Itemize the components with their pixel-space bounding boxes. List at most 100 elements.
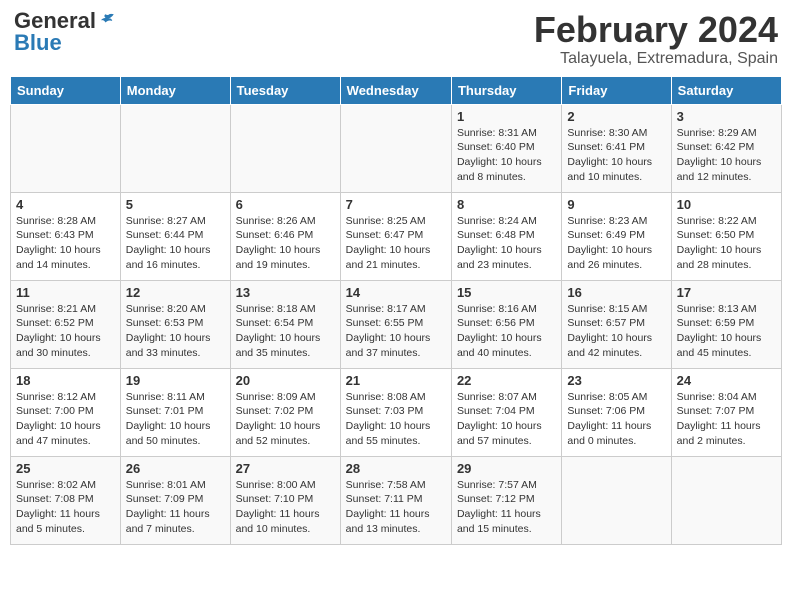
calendar-cell: 3Sunrise: 8:29 AMSunset: 6:42 PMDaylight… [671,104,781,192]
calendar-cell: 19Sunrise: 8:11 AMSunset: 7:01 PMDayligh… [120,368,230,456]
calendar-week-row: 11 Sunrise: 8:21 AMSunset: 6:52 PMDayligh… [11,280,782,368]
calendar-title: February 2024 [534,10,778,50]
col-header-monday: Monday [120,76,230,104]
day-info: Sunrise: 8:24 AMSunset: 6:48 PMDaylight:… [457,214,556,273]
logo: General Blue [14,10,116,54]
calendar-cell: 11 Sunrise: 8:21 AMSunset: 6:52 PMDayligh… [11,280,121,368]
day-info: Sunrise: 8:17 AMSunset: 6:55 PMDaylight:… [346,302,446,361]
day-info: Sunrise: 8:28 AMSunset: 6:43 PMDaylight:… [16,214,115,273]
calendar-week-row: 4 Sunrise: 8:28 AMSunset: 6:43 PMDaylight… [11,192,782,280]
day-info: Sunrise: 8:07 AMSunset: 7:04 PMDaylight:… [457,390,556,449]
logo-bird-icon [98,12,116,30]
day-info: Sunrise: 8:22 AMSunset: 6:50 PMDaylight:… [677,214,776,273]
day-number: 24 [677,373,776,388]
calendar-cell: 20Sunrise: 8:09 AMSunset: 7:02 PMDayligh… [230,368,340,456]
calendar-cell: 13 Sunrise: 8:18 AMSunset: 6:54 PMDayligh… [230,280,340,368]
logo-blue-text: Blue [14,32,62,54]
title-block: February 2024 Talayuela, Extremadura, Sp… [534,10,778,68]
calendar-cell: 29 Sunrise: 7:57 AMSunset: 7:12 PMDayligh… [451,456,561,544]
day-number: 17 [677,285,776,300]
calendar-cell: 28 Sunrise: 7:58 AMSunset: 7:11 PMDayligh… [340,456,451,544]
calendar-cell [230,104,340,192]
day-info: Sunrise: 8:21 AMSunset: 6:52 PMDaylight:… [16,302,115,361]
day-number: 13 [236,285,335,300]
day-info: Sunrise: 8:12 AMSunset: 7:00 PMDaylight:… [16,390,115,449]
day-number: 6 [236,197,335,212]
calendar-cell: 1 Sunrise: 8:31 AMSunset: 6:40 PMDaylight… [451,104,561,192]
calendar-week-row: 18 Sunrise: 8:12 AMSunset: 7:00 PMDayligh… [11,368,782,456]
day-info: Sunrise: 8:18 AMSunset: 6:54 PMDaylight:… [236,302,335,361]
page-header: General Blue February 2024 Talayuela, Ex… [10,10,782,68]
day-info: Sunrise: 8:02 AMSunset: 7:08 PMDaylight:… [16,478,115,537]
calendar-cell: 15 Sunrise: 8:16 AMSunset: 6:56 PMDayligh… [451,280,561,368]
calendar-subtitle: Talayuela, Extremadura, Spain [534,50,778,68]
day-number: 12 [126,285,225,300]
day-number: 14 [346,285,446,300]
calendar-cell: 24 Sunrise: 8:04 AMSunset: 7:07 PMDayligh… [671,368,781,456]
col-header-sunday: Sunday [11,76,121,104]
day-info: Sunrise: 8:05 AMSunset: 7:06 PMDaylight:… [567,390,665,449]
day-number: 27 [236,461,335,476]
day-info: Sunrise: 7:58 AMSunset: 7:11 PMDaylight:… [346,478,446,537]
day-number: 20 [236,373,335,388]
calendar-cell [671,456,781,544]
day-number: 25 [16,461,115,476]
day-number: 16 [567,285,665,300]
day-number: 1 [457,109,556,124]
logo-general-text: General [14,10,96,32]
calendar-cell: 12Sunrise: 8:20 AMSunset: 6:53 PMDayligh… [120,280,230,368]
calendar-cell [120,104,230,192]
day-number: 28 [346,461,446,476]
day-info: Sunrise: 8:00 AMSunset: 7:10 PMDaylight:… [236,478,335,537]
col-header-thursday: Thursday [451,76,561,104]
day-info: Sunrise: 8:25 AMSunset: 6:47 PMDaylight:… [346,214,446,273]
day-number: 2 [567,109,665,124]
day-number: 11 [16,285,115,300]
day-number: 23 [567,373,665,388]
calendar-cell: 25 Sunrise: 8:02 AMSunset: 7:08 PMDayligh… [11,456,121,544]
day-info: Sunrise: 8:13 AMSunset: 6:59 PMDaylight:… [677,302,776,361]
day-info: Sunrise: 8:04 AMSunset: 7:07 PMDaylight:… [677,390,776,449]
calendar-cell: 21Sunrise: 8:08 AMSunset: 7:03 PMDayligh… [340,368,451,456]
calendar-cell [11,104,121,192]
col-header-friday: Friday [562,76,671,104]
day-number: 9 [567,197,665,212]
calendar-cell: 6 Sunrise: 8:26 AMSunset: 6:46 PMDaylight… [230,192,340,280]
day-info: Sunrise: 8:08 AMSunset: 7:03 PMDaylight:… [346,390,446,449]
col-header-wednesday: Wednesday [340,76,451,104]
day-number: 29 [457,461,556,476]
day-info: Sunrise: 8:27 AMSunset: 6:44 PMDaylight:… [126,214,225,273]
day-number: 18 [16,373,115,388]
day-info: Sunrise: 8:11 AMSunset: 7:01 PMDaylight:… [126,390,225,449]
day-info: Sunrise: 8:15 AMSunset: 6:57 PMDaylight:… [567,302,665,361]
calendar-cell: 26Sunrise: 8:01 AMSunset: 7:09 PMDayligh… [120,456,230,544]
day-info: Sunrise: 8:26 AMSunset: 6:46 PMDaylight:… [236,214,335,273]
day-number: 22 [457,373,556,388]
calendar-cell: 17 Sunrise: 8:13 AMSunset: 6:59 PMDayligh… [671,280,781,368]
calendar-cell: 22 Sunrise: 8:07 AMSunset: 7:04 PMDayligh… [451,368,561,456]
calendar-cell: 2 Sunrise: 8:30 AMSunset: 6:41 PMDaylight… [562,104,671,192]
calendar-cell: 10Sunrise: 8:22 AMSunset: 6:50 PMDayligh… [671,192,781,280]
day-number: 3 [677,109,776,124]
day-info: Sunrise: 8:31 AMSunset: 6:40 PMDaylight:… [457,126,556,185]
day-number: 5 [126,197,225,212]
calendar-cell [340,104,451,192]
day-number: 15 [457,285,556,300]
day-number: 4 [16,197,115,212]
calendar-week-row: 25 Sunrise: 8:02 AMSunset: 7:08 PMDayligh… [11,456,782,544]
calendar-cell: 4 Sunrise: 8:28 AMSunset: 6:43 PMDaylight… [11,192,121,280]
day-info: Sunrise: 8:30 AMSunset: 6:41 PMDaylight:… [567,126,665,185]
day-info: Sunrise: 8:01 AMSunset: 7:09 PMDaylight:… [126,478,225,537]
calendar-cell: 8 Sunrise: 8:24 AMSunset: 6:48 PMDaylight… [451,192,561,280]
calendar-cell: 16 Sunrise: 8:15 AMSunset: 6:57 PMDayligh… [562,280,671,368]
day-number: 8 [457,197,556,212]
calendar-cell: 7 Sunrise: 8:25 AMSunset: 6:47 PMDaylight… [340,192,451,280]
calendar-cell: 5 Sunrise: 8:27 AMSunset: 6:44 PMDaylight… [120,192,230,280]
day-info: Sunrise: 8:16 AMSunset: 6:56 PMDaylight:… [457,302,556,361]
calendar-cell: 27 Sunrise: 8:00 AMSunset: 7:10 PMDayligh… [230,456,340,544]
day-info: Sunrise: 7:57 AMSunset: 7:12 PMDaylight:… [457,478,556,537]
day-number: 7 [346,197,446,212]
calendar-cell: 18 Sunrise: 8:12 AMSunset: 7:00 PMDayligh… [11,368,121,456]
calendar-cell: 14 Sunrise: 8:17 AMSunset: 6:55 PMDayligh… [340,280,451,368]
calendar-cell [562,456,671,544]
